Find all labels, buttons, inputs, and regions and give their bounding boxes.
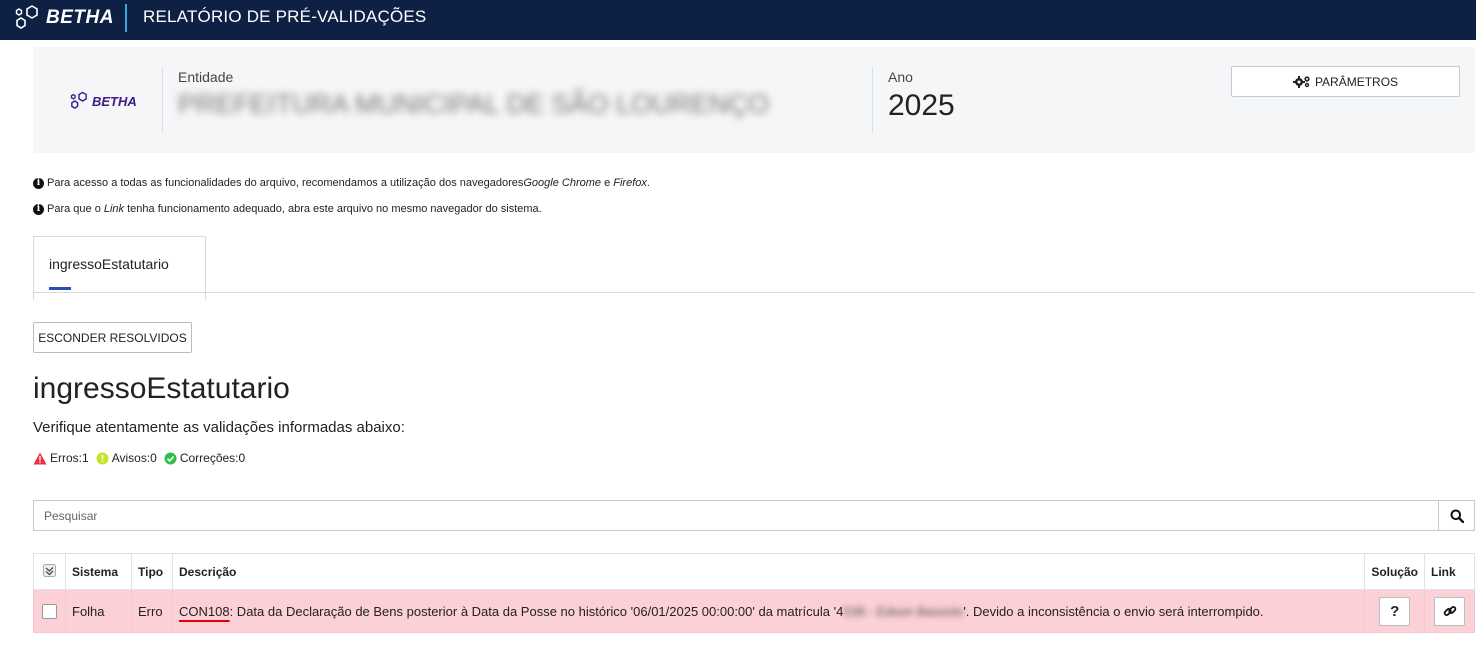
select-all-header[interactable] [33, 553, 66, 590]
descricao-cell: CON108: Data da Declaração de Bens poste… [171, 589, 1366, 633]
ano-label: Ano [888, 69, 913, 85]
tab-bar-border [33, 292, 1475, 293]
redacted-text: 538 - Edson Bassolo [843, 603, 964, 619]
description-text: : Data da Declaração de Bens posterior à… [229, 603, 844, 619]
entidade-value: PREFEITURA MUNICIPAL DE SÃO LOURENÇO [178, 89, 770, 119]
sistema-cell: Folha [65, 589, 132, 633]
parametros-button[interactable]: PARÂMETROS [1231, 66, 1460, 97]
validations-table: Sistema Tipo Descrição Solução Link Folh… [33, 553, 1475, 633]
row-checkbox[interactable] [42, 604, 57, 620]
errors-count: Erros:1 [33, 451, 89, 465]
link-icon [1443, 606, 1456, 616]
brand-name: BETHA [46, 7, 114, 28]
parametros-label: PARÂMETROS [1314, 74, 1399, 89]
entidade-label: Entidade [178, 69, 234, 85]
header-brand: BETHA [69, 91, 137, 111]
corrections-count-label: Correções:0 [179, 451, 246, 465]
app-title: RELATÓRIO DE PRÉ-VALIDAÇÕES [143, 7, 427, 26]
col-tipo: Tipo [131, 553, 173, 590]
title-divider [125, 4, 127, 32]
browser-note: i Para acesso a todas as funcionalidades… [33, 177, 650, 189]
info-icon: i [33, 177, 44, 189]
gears-icon [1292, 76, 1310, 88]
solucao-cell: ? [1364, 589, 1425, 633]
double-check-icon [43, 563, 56, 577]
table-row: Folha Erro CON108: Data da Declaração de… [33, 589, 1475, 633]
hexagons-logo-icon [70, 91, 87, 109]
header-brand-name: BETHA [92, 93, 137, 109]
tab-ingresso-estatutario[interactable]: ingressoEstatutario [33, 236, 206, 300]
search-input[interactable] [34, 501, 1438, 530]
warning-triangle-icon [33, 452, 47, 464]
hide-resolved-button[interactable]: ESCONDER RESOLVIDOS [33, 322, 192, 353]
check-circle-icon [164, 452, 177, 464]
search-bar [33, 500, 1475, 531]
solution-button[interactable]: ? [1379, 596, 1411, 626]
link-cell [1424, 589, 1475, 633]
note-text: Para acesso a todas as funcionalidades d… [47, 177, 524, 189]
warnings-count: Avisos:0 [96, 451, 157, 465]
errors-count-label: Erros:1 [50, 451, 89, 465]
header-separator [162, 67, 163, 133]
note-text: e [601, 177, 614, 189]
warnings-count-label: Avisos:0 [111, 451, 157, 465]
search-icon [1450, 509, 1464, 523]
report-header: BETHA Entidade PREFEITURA MUNICIPAL DE S… [33, 47, 1475, 153]
note-text: Para que o [47, 203, 104, 215]
link-button[interactable] [1434, 596, 1465, 626]
top-bar: BETHA RELATÓRIO DE PRÉ-VALIDAÇÕES [0, 0, 1476, 40]
active-tab-indicator [49, 287, 71, 290]
betha-logo: BETHA [14, 4, 114, 32]
validation-counts: Erros:1 Avisos:0 Correções:0 [33, 451, 252, 465]
note-text: tenha funcionamento adequado, abra este … [124, 203, 542, 215]
exclamation-circle-icon [96, 452, 109, 464]
ano-value: 2025 [888, 89, 955, 122]
info-icon: i [33, 203, 44, 215]
note-link: Link [103, 203, 125, 215]
hexagons-logo-icon [15, 5, 38, 29]
col-sistema: Sistema [65, 553, 132, 590]
note-firefox: Firefox [613, 177, 647, 189]
tipo-cell: Erro [131, 589, 173, 633]
note-text: . [646, 177, 650, 189]
note-chrome: Google Chrome [523, 177, 602, 189]
description-text: '. Devido a inconsistência o envio será … [963, 603, 1264, 619]
col-solucao: Solução [1364, 553, 1425, 590]
validation-code: CON108 [179, 603, 230, 619]
col-descricao: Descrição [171, 553, 1366, 590]
tab-label: ingressoEstatutario [49, 256, 169, 272]
section-subtitle: Verifique atentamente as validações info… [33, 419, 405, 436]
section-title: ingressoEstatutario [33, 372, 290, 405]
link-note: i Para que o Link tenha funcionamento ad… [33, 203, 542, 215]
row-select-cell [33, 589, 66, 633]
table-header-row: Sistema Tipo Descrição Solução Link [33, 553, 1475, 590]
search-button[interactable] [1438, 501, 1474, 530]
corrections-count: Correções:0 [164, 451, 245, 465]
col-link: Link [1424, 553, 1475, 590]
header-separator [872, 67, 873, 133]
